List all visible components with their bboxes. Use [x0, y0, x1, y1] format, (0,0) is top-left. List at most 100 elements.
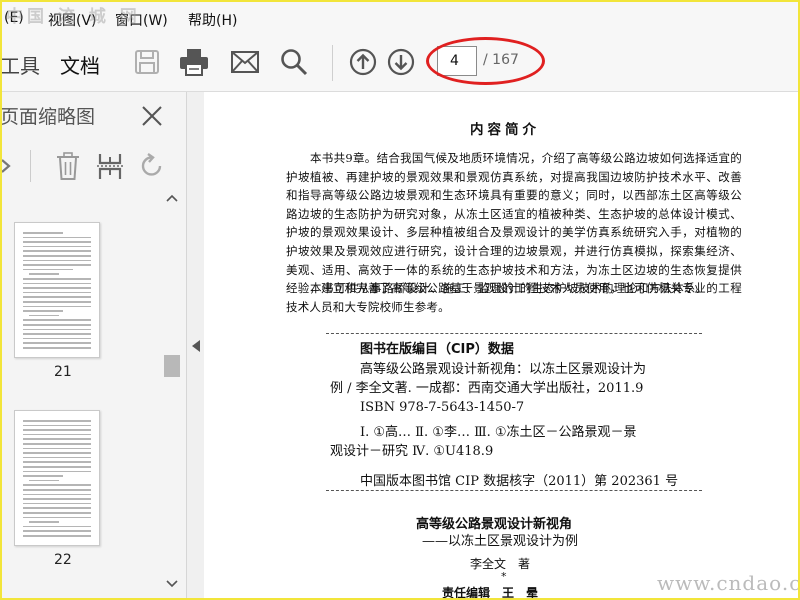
document-view: 内容简介 本书共9章。结合我国气候及地质环境情况，介绍了高等级公路边坡如何选择适… [204, 92, 798, 600]
thumbnail-text-line [23, 333, 91, 335]
watermark-bottom: www.cndao.com [657, 571, 800, 595]
thumbnail-text-line [23, 342, 91, 344]
summary-paragraph: 本书共9章。结合我国气候及地质环境情况，介绍了高等级公路边坡如何选择适宜的护坡植… [286, 151, 742, 296]
search-button[interactable] [279, 47, 309, 77]
thumbnail-text-line [23, 250, 91, 252]
book-subtitle: ——以冻土区景观设计为例 [422, 534, 579, 549]
thumbnail-text-line [23, 535, 91, 537]
thumbnail-text-line [23, 255, 91, 257]
thumbnail-text-line [23, 438, 91, 440]
extract-pages-icon[interactable] [97, 152, 123, 180]
page-thumbnail[interactable] [14, 222, 100, 358]
thumbnail-text-line [23, 461, 91, 463]
rotate-icon[interactable] [139, 153, 165, 179]
cip-record: 高等级公路景观设计新视角：以冻土区景观设计为 例 / 李全文著. 一成都：西南交… [330, 360, 702, 417]
prev-page-icon [349, 48, 377, 76]
book-author: 李全文 著 [470, 557, 531, 571]
thumbnail-text-line [23, 278, 91, 280]
audience-paragraph: 本书可供从事路桥设计、施工、监理的工程技术人员使用，也可供相关专业的工程技术人员… [286, 281, 742, 314]
thumbnail-text-line [23, 319, 91, 321]
editor-credit: 责任编辑 王 晕 [442, 586, 539, 600]
watermark-top: 中国 流 城 网 [6, 7, 141, 27]
save-icon [135, 50, 159, 74]
search-icon [281, 49, 308, 76]
thumbnail-text-line [23, 443, 91, 445]
cip-line: 高等级公路景观设计新视角：以冻土区景观设计为 [360, 362, 647, 377]
thumbnail-text-line [23, 516, 91, 519]
thumbnail-text-line [29, 479, 59, 482]
thumbnail-text-line [23, 232, 63, 234]
page-heading: 内容简介 [470, 122, 540, 138]
email-button[interactable] [230, 47, 260, 77]
thumbnail-text-line [23, 525, 91, 528]
thumbnail-text-line [23, 291, 91, 294]
thumbnail-text-line [23, 429, 91, 431]
thumbnail-text-line [23, 259, 91, 262]
scrollbar-thumb[interactable] [164, 355, 180, 377]
collapse-panel-icon[interactable] [189, 337, 203, 355]
thumbnail-text-line [23, 470, 91, 473]
chevron-right-icon[interactable] [2, 156, 12, 176]
cip-classification: Ⅰ. ①高… Ⅱ. ①李… Ⅲ. ①冻土区－公路景观－景 观设计－研究 Ⅳ. ①… [330, 423, 702, 461]
scroll-down-icon[interactable] [166, 580, 178, 588]
trash-icon[interactable] [56, 152, 80, 180]
close-icon [142, 106, 162, 126]
thumbnail-text-line [29, 521, 59, 523]
thumbnail-text-line [23, 310, 63, 312]
thumbnail-text-line [23, 282, 91, 285]
thumbnail-text-line [23, 530, 91, 532]
thumbnail-text-line [23, 264, 91, 266]
star-mark: * [501, 570, 507, 583]
thumbnail-text-line [23, 337, 91, 340]
save-button[interactable] [132, 47, 162, 77]
thumbnail-text-line [23, 466, 91, 468]
cip-line: 观设计－研究 Ⅳ. ①U418.9 [330, 444, 494, 459]
thumbnail-scrollbar[interactable] [162, 190, 182, 598]
thumbnail-text-line [23, 512, 91, 514]
thumbnail-text-line [23, 324, 91, 326]
tab-tools[interactable]: 工具 [2, 50, 40, 79]
thumbnail-text-line [29, 273, 59, 275]
menu-bar: (E) 视图(V) 窗口(W) 帮助(H) 中国 流 城 网 [2, 2, 798, 35]
thumbnail-text-line [23, 245, 91, 248]
thumbnail-text-line [23, 502, 91, 505]
thumbnail-text-line [23, 347, 91, 349]
thumbnail-toolbar [2, 142, 187, 190]
toolbar-separator [332, 45, 333, 81]
thumbnail-text-line [23, 287, 91, 289]
thumbnail-text-line [23, 456, 91, 459]
thumbnail-text-line [29, 314, 59, 317]
thumbnail-text-line [23, 433, 91, 436]
mail-icon [231, 51, 259, 73]
thumbnail-text-line [23, 498, 91, 500]
thumbnail-text-line [23, 301, 91, 303]
thumbnail-text-line [23, 268, 73, 271]
print-icon [180, 49, 208, 76]
cip-heading: 图书在版编目（CIP）数据 [360, 342, 514, 357]
thumbnail-text-line [23, 489, 91, 491]
thumbnail-page-number: 22 [54, 552, 72, 568]
cip-data-number: 中国版本图书馆 CIP 数据核字（2011）第 202361 号 [360, 474, 679, 489]
tab-document[interactable]: 文档 [60, 50, 100, 79]
dashed-divider [326, 333, 702, 334]
thumbnail-text-line [23, 305, 91, 308]
panel-title: 页面缩略图 [0, 106, 96, 128]
thumbnail-text-line [23, 236, 91, 239]
next-page-button[interactable] [386, 47, 416, 77]
page-thumbnail[interactable] [14, 410, 100, 546]
thumbnail-list: 21 22 [2, 190, 162, 598]
cip-line: 例 / 李全文著. 一成都：西南交通大学出版社，2011.9 [330, 381, 644, 396]
cip-line: Ⅰ. ①高… Ⅱ. ①李… Ⅲ. ①冻土区－公路景观－景 [360, 425, 637, 440]
close-panel-button[interactable] [140, 104, 164, 128]
thumbnail-text-line [23, 452, 91, 454]
print-button[interactable] [179, 47, 209, 77]
scroll-up-icon[interactable] [166, 194, 178, 202]
prev-page-button[interactable] [348, 47, 378, 77]
thumbnail-page-number: 21 [54, 364, 72, 380]
toolbar: 工具 文档 4 / 167 [2, 35, 798, 92]
menu-help[interactable]: 帮助(H) [188, 10, 237, 30]
annotation-ellipse [426, 37, 545, 85]
thumbnail-text-line [23, 420, 91, 422]
thumbnail-text-line [23, 424, 91, 427]
thumbnail-text-line [23, 507, 91, 509]
